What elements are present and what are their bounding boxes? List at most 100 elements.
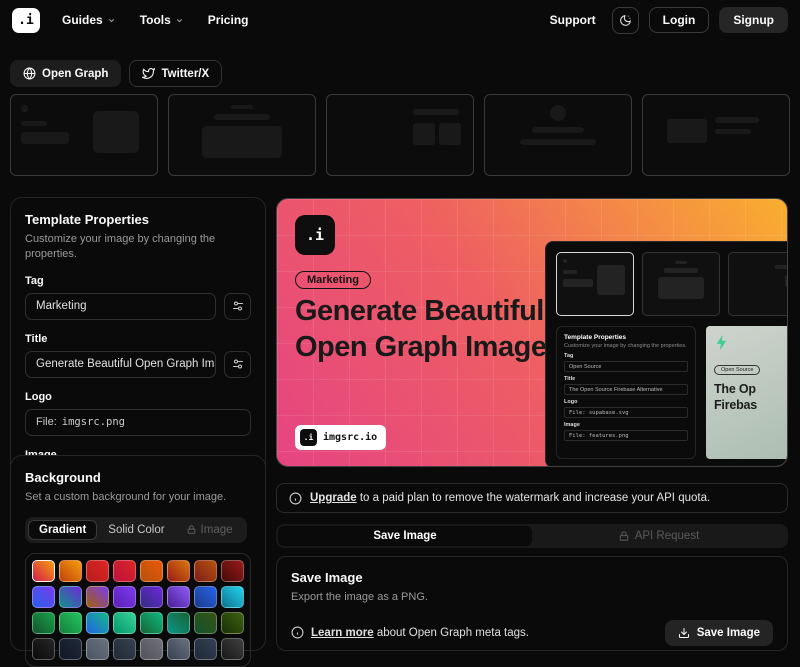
tab-open-graph[interactable]: Open Graph [10, 60, 121, 87]
gradient-swatch[interactable] [32, 638, 55, 660]
preview-title: Generate Beautiful Open Graph Images [295, 293, 562, 366]
mini-template-thumbnail [728, 252, 788, 316]
mini-card-title: The Op Firebas [714, 381, 788, 414]
gradient-swatch[interactable] [86, 560, 109, 582]
nav-links: Guides Tools Pricing [62, 13, 248, 27]
mini-title-input: The Open Source Firebase Alternative [564, 384, 688, 395]
signup-button[interactable]: Signup [719, 7, 788, 33]
template-thumbnail[interactable] [168, 94, 316, 176]
title-settings-button[interactable] [224, 351, 251, 378]
title-input[interactable]: Generate Beautiful Open Graph Images [25, 351, 216, 378]
mini-template-thumbnail [556, 252, 634, 316]
og-image-preview: .i Marketing Generate Beautiful Open Gra… [276, 198, 788, 467]
gradient-swatch[interactable] [221, 586, 244, 608]
gradient-swatch[interactable] [194, 586, 217, 608]
support-link[interactable]: Support [550, 13, 596, 27]
tab-twitter-x[interactable]: Twitter/X [129, 60, 222, 87]
tag-input[interactable]: Marketing [25, 293, 216, 320]
tab-gradient[interactable]: Gradient [28, 520, 97, 540]
upgrade-link[interactable]: Upgrade [310, 492, 357, 504]
gradient-swatch[interactable] [194, 638, 217, 660]
gradient-swatch[interactable] [113, 638, 136, 660]
file-prefix: File: [36, 416, 57, 428]
login-button[interactable]: Login [649, 7, 710, 33]
nav-item-label: Guides [62, 13, 103, 27]
gradient-swatch[interactable] [140, 560, 163, 582]
template-thumbnail[interactable] [10, 94, 158, 176]
gradient-swatch[interactable] [194, 612, 217, 634]
gradient-swatch[interactable] [59, 612, 82, 634]
gradient-swatch[interactable] [167, 612, 190, 634]
lock-icon [187, 525, 196, 534]
learn-more-link[interactable]: Learn more [311, 627, 374, 639]
app-logo[interactable]: .i [12, 8, 40, 33]
background-panel: Background Set a custom background for y… [10, 455, 266, 651]
gradient-swatch[interactable] [167, 638, 190, 660]
gradient-swatch[interactable] [140, 612, 163, 634]
gradient-swatch[interactable] [86, 586, 109, 608]
mini-card-badge: Open Source [714, 365, 760, 375]
mini-tag-label: Tag [564, 353, 688, 359]
gradient-swatch[interactable] [59, 638, 82, 660]
gradient-swatch[interactable] [221, 638, 244, 660]
panel-subtitle: Set a custom background for your image. [25, 490, 251, 505]
learn-more-row: Learn more about Open Graph meta tags. [291, 626, 529, 639]
nav-item-tools[interactable]: Tools [140, 13, 184, 27]
preview-logo: .i [295, 215, 335, 255]
gradient-swatch[interactable] [221, 560, 244, 582]
tab-save-image[interactable]: Save Image [278, 526, 532, 546]
gradient-swatch[interactable] [113, 612, 136, 634]
template-thumbnail[interactable] [484, 94, 632, 176]
title-field-label: Title [25, 333, 251, 345]
upgrade-text: Upgrade to a paid plan to remove the wat… [310, 492, 710, 504]
gradient-swatch[interactable] [32, 612, 55, 634]
preview-title-line1: Generate Beautiful [295, 295, 544, 327]
gradient-swatch[interactable] [59, 560, 82, 582]
gradient-swatch[interactable] [140, 638, 163, 660]
gradient-swatch[interactable] [86, 638, 109, 660]
upgrade-notice: Upgrade to a paid plan to remove the wat… [276, 483, 788, 513]
gradient-swatch[interactable] [113, 586, 136, 608]
panel-subtitle: Customize your image by changing the pro… [25, 232, 251, 262]
gradient-swatch[interactable] [32, 586, 55, 608]
tab-label: Twitter/X [161, 68, 209, 80]
button-label: Save Image [697, 627, 760, 639]
gradient-swatch[interactable] [113, 560, 136, 582]
nav-item-label: Pricing [208, 13, 249, 27]
logo-file-input[interactable]: File: imgsrc.png [25, 409, 251, 436]
nav-item-guides[interactable]: Guides [62, 13, 116, 27]
watermark-logo: .i [300, 429, 317, 446]
gradient-swatch[interactable] [59, 586, 82, 608]
preview-tag-badge: Marketing [295, 271, 371, 289]
gradient-swatch[interactable] [167, 586, 190, 608]
tab-image[interactable]: Image [176, 520, 244, 540]
gradient-swatch[interactable] [221, 612, 244, 634]
tab-solid-color[interactable]: Solid Color [97, 520, 175, 540]
tab-api-request[interactable]: API Request [532, 526, 786, 546]
nav-item-label: Tools [140, 13, 171, 27]
info-icon [291, 626, 304, 639]
sliders-icon [232, 300, 244, 312]
globe-icon [23, 67, 36, 80]
gradient-swatch[interactable] [32, 560, 55, 582]
moon-icon [619, 14, 632, 27]
gradient-swatch[interactable] [194, 560, 217, 582]
lock-icon [619, 531, 629, 541]
template-thumbnail[interactable] [326, 94, 474, 176]
watermark: .i imgsrc.io [295, 425, 386, 450]
tab-label: API Request [635, 530, 700, 542]
info-icon [289, 492, 302, 505]
mini-image-input: File: features.png [564, 430, 688, 441]
tab-label: Open Graph [42, 68, 108, 80]
nav-item-pricing[interactable]: Pricing [208, 13, 249, 27]
file-name: imgsrc.png [62, 416, 125, 428]
save-image-button[interactable]: Save Image [665, 620, 773, 646]
theme-toggle-button[interactable] [612, 7, 639, 34]
template-thumbnail[interactable] [642, 94, 790, 176]
gradient-swatch[interactable] [140, 586, 163, 608]
mini-panel-subtitle: Customize your image by changing the pro… [564, 343, 688, 349]
gradient-swatch[interactable] [167, 560, 190, 582]
gradient-swatch-grid [32, 560, 244, 660]
gradient-swatch[interactable] [86, 612, 109, 634]
tag-settings-button[interactable] [224, 293, 251, 320]
